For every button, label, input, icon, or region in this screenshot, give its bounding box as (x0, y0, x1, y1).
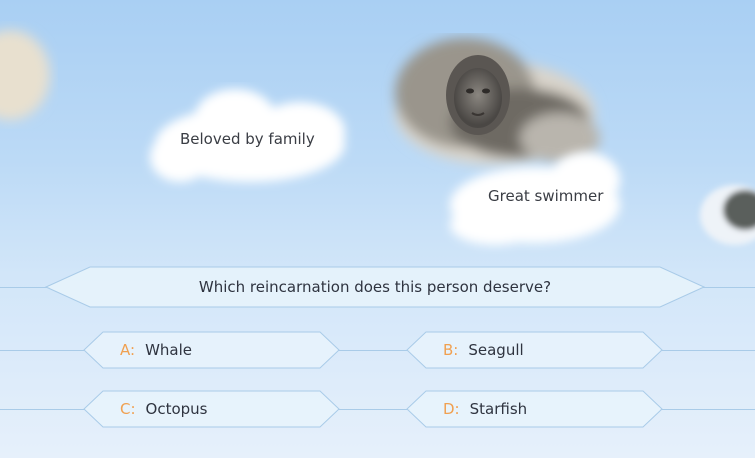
answer-d-button[interactable]: D: Starfish (406, 390, 663, 428)
answer-a-letter: A: (120, 341, 136, 359)
clue-text-2: Great swimmer (488, 187, 604, 205)
answer-c-text: Octopus (145, 400, 208, 418)
answer-d-text: Starfish (469, 400, 528, 418)
edge-cloud-right (700, 185, 755, 245)
answer-a-button[interactable]: A: Whale (83, 331, 340, 369)
clue-text-1: Beloved by family (180, 130, 315, 148)
answer-line-cd-left (0, 409, 85, 410)
answer-d-letter: D: (443, 400, 460, 418)
edge-cloud-left (0, 30, 50, 120)
question-line-left (0, 287, 50, 288)
answer-line-cd-mid (338, 409, 410, 410)
answer-b-button[interactable]: B: Seagull (406, 331, 663, 369)
answer-c-letter: C: (120, 400, 136, 418)
answer-line-cd-right (660, 409, 755, 410)
question-line-right (700, 287, 755, 288)
answer-line-ab-mid (338, 350, 410, 351)
answer-a-text: Whale (145, 341, 192, 359)
answer-line-ab-right (660, 350, 755, 351)
question-box: Which reincarnation does this person des… (45, 266, 705, 308)
answer-c-button[interactable]: C: Octopus (83, 390, 340, 428)
answer-line-ab-left (0, 350, 85, 351)
question-text: Which reincarnation does this person des… (198, 278, 552, 296)
answer-b-text: Seagull (468, 341, 524, 359)
answer-b-letter: B: (443, 341, 459, 359)
